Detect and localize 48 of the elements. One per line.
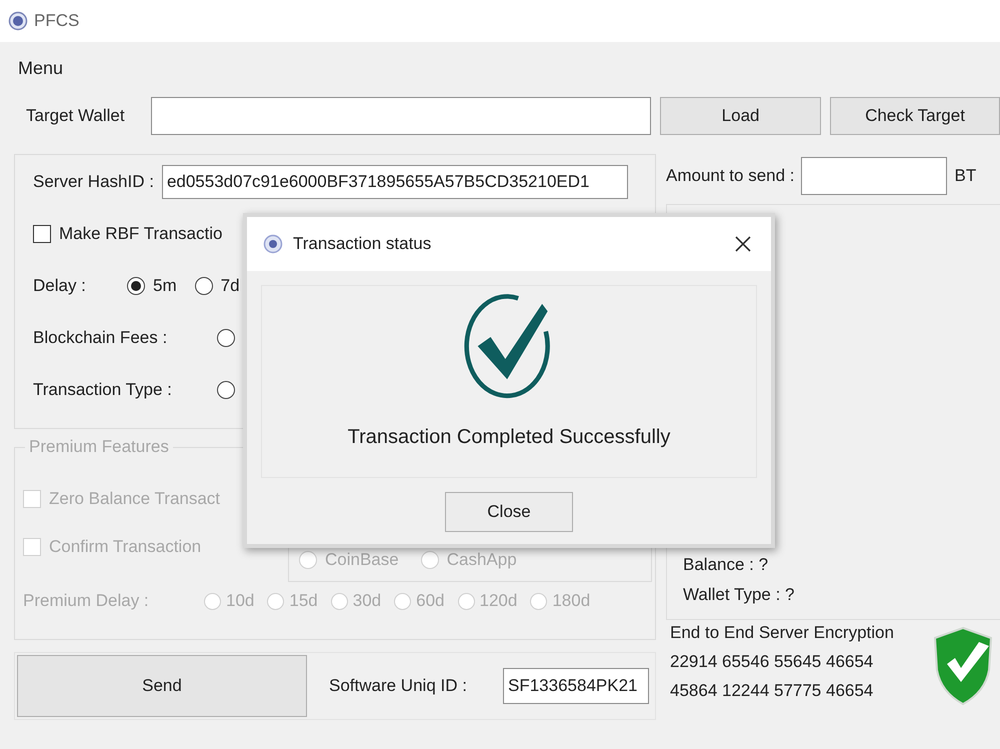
unit-label: BT (954, 166, 976, 186)
encryption-code: 22914 65546 55645 46654 (670, 652, 874, 672)
checkbox-label: Make RBF Transactio (59, 224, 222, 244)
hash-id-field[interactable]: ed0553d07c91e6000BF371895655A57B5CD35210ED1 (162, 165, 628, 199)
coin-icon (263, 234, 283, 254)
option-label: 15d (289, 591, 318, 611)
field-label: Premium Delay : (23, 591, 150, 611)
option-label: 5m (153, 276, 177, 296)
radio-button[interactable] (127, 277, 145, 295)
radio-button[interactable] (217, 381, 235, 399)
load-button[interactable]: Load (660, 97, 821, 135)
option-label: 10d (226, 591, 254, 611)
shield-check-icon (932, 626, 994, 706)
option-label: 180d (552, 591, 590, 611)
software-id-field[interactable]: SF1336584PK21 (503, 668, 649, 704)
field-label: Amount to send : (666, 166, 795, 186)
field-label: Transaction Type : (33, 380, 173, 400)
close-button[interactable]: Close (445, 492, 573, 532)
send-button[interactable]: Send (17, 655, 307, 717)
option-label: 120d (480, 591, 518, 611)
check-target-button[interactable]: Check Target (830, 97, 1000, 135)
target-wallet-field[interactable] (151, 97, 652, 135)
close-icon[interactable] (733, 234, 753, 254)
checkbox-label: Confirm Transaction (49, 537, 202, 557)
field-label: Target Wallet (26, 106, 126, 126)
status-message: Transaction Completed Successfully (348, 426, 670, 449)
field-label: Blockchain Fees : (33, 328, 168, 348)
info-text: Balance : ? (683, 555, 770, 575)
field-label: Server HashID : (33, 172, 154, 192)
encryption-code: 45864 12244 57775 46654 (670, 681, 874, 701)
info-text: Wallet Type : ? (683, 585, 796, 605)
option-label: CoinBase (325, 550, 399, 570)
field-label: Delay : (33, 276, 87, 296)
radio-button[interactable] (194, 277, 213, 295)
menu-item[interactable]: Menu (18, 58, 64, 78)
coin-icon (8, 11, 28, 31)
option-label: CashApp (446, 550, 517, 570)
field-label: Software Uniq ID : (329, 676, 468, 696)
option-label: 30d (352, 591, 382, 611)
window-title: PFCS (34, 11, 80, 31)
encryption-title: End to End Server Encryption (670, 623, 895, 643)
amount-field[interactable] (800, 157, 947, 195)
checkbox-label: Zero Balance Transact (49, 489, 220, 509)
dialog-title: Transaction status (293, 234, 432, 254)
checkbox[interactable] (33, 225, 51, 243)
option-label: 60d (416, 591, 444, 611)
radio-button[interactable] (217, 329, 235, 347)
option-label: 7d (220, 276, 240, 296)
